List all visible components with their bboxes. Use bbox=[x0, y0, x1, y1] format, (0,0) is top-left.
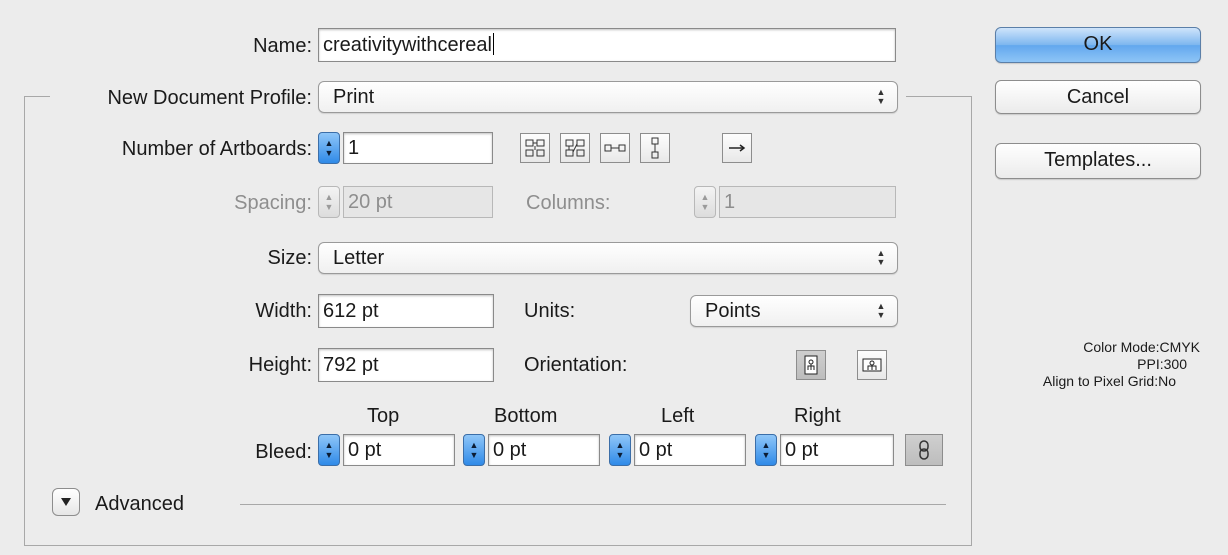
landscape-icon bbox=[862, 358, 882, 372]
landscape-orientation-button[interactable] bbox=[857, 350, 887, 380]
updown-arrows-icon: ▲ ▼ bbox=[876, 87, 886, 106]
ppi-info: PPI:300 bbox=[1137, 356, 1187, 372]
portrait-orientation-button[interactable] bbox=[796, 350, 826, 380]
updown-arrows-icon: ▲ ▼ bbox=[876, 301, 886, 320]
updown-arrows-icon: ▲ ▼ bbox=[876, 248, 886, 267]
size-select[interactable]: Letter ▲ ▼ bbox=[318, 242, 898, 274]
bleed-right-stepper[interactable]: ▲ ▼ bbox=[755, 434, 777, 466]
bleed-bottom-stepper[interactable]: ▲ ▼ bbox=[463, 434, 485, 466]
units-select-value: Points bbox=[705, 300, 761, 322]
group-box-bottom bbox=[24, 545, 972, 546]
artboards-input[interactable]: 1 bbox=[343, 132, 493, 164]
size-select-value: Letter bbox=[333, 247, 385, 269]
bleed-left-stepper[interactable]: ▲ ▼ bbox=[609, 434, 631, 466]
advanced-separator bbox=[240, 504, 946, 505]
width-input[interactable]: 612 pt bbox=[318, 294, 494, 328]
bleed-label: Bleed: bbox=[255, 441, 312, 463]
bleed-right-header: Right bbox=[794, 405, 841, 427]
group-box-right bbox=[971, 96, 972, 546]
group-box-left bbox=[24, 96, 25, 546]
name-input-value: creativitywithcereal bbox=[323, 34, 492, 56]
bleed-bottom-input[interactable]: 0 pt bbox=[488, 434, 600, 466]
grid-by-row-icon[interactable] bbox=[520, 133, 550, 163]
name-input[interactable]: creativitywithcereal bbox=[318, 28, 896, 62]
artboards-stepper[interactable]: ▲ ▼ bbox=[318, 132, 340, 164]
link-bleed-button[interactable] bbox=[905, 434, 943, 466]
right-to-left-layout-icon[interactable] bbox=[722, 133, 752, 163]
spacing-label: Spacing: bbox=[234, 192, 312, 214]
align-pixel-grid-info: Align to Pixel Grid:No bbox=[1042, 373, 1176, 389]
size-label: Size: bbox=[267, 247, 312, 269]
profile-label: New Document Profile: bbox=[107, 87, 312, 109]
width-label: Width: bbox=[255, 300, 312, 322]
advanced-label: Advanced bbox=[95, 493, 184, 515]
height-input[interactable]: 792 pt bbox=[318, 348, 494, 382]
units-select[interactable]: Points ▲ ▼ bbox=[690, 295, 898, 327]
arrange-by-column-icon[interactable] bbox=[640, 133, 670, 163]
ok-button[interactable]: OK bbox=[995, 27, 1201, 63]
arrange-by-row-icon[interactable] bbox=[600, 133, 630, 163]
triangle-down-icon bbox=[61, 498, 71, 506]
chain-link-icon bbox=[919, 440, 929, 460]
spacing-input: 20 pt bbox=[343, 186, 493, 218]
advanced-disclosure-button[interactable] bbox=[52, 488, 80, 516]
bleed-top-input[interactable]: 0 pt bbox=[343, 434, 455, 466]
orientation-label: Orientation: bbox=[524, 354, 628, 376]
columns-input: 1 bbox=[719, 186, 896, 218]
columns-stepper: ▲ ▼ bbox=[694, 186, 716, 218]
units-label: Units: bbox=[524, 300, 576, 322]
bleed-left-input[interactable]: 0 pt bbox=[634, 434, 746, 466]
spacing-stepper: ▲ ▼ bbox=[318, 186, 340, 218]
bleed-left-header: Left bbox=[661, 405, 695, 427]
color-mode-info: Color Mode:CMYK bbox=[1083, 339, 1200, 355]
bleed-top-header: Top bbox=[367, 405, 400, 427]
name-label: Name: bbox=[253, 35, 312, 57]
profile-select[interactable]: Print ▲ ▼ bbox=[318, 81, 898, 113]
bleed-right-input[interactable]: 0 pt bbox=[780, 434, 894, 466]
group-box-top-right bbox=[906, 96, 972, 97]
bleed-bottom-header: Bottom bbox=[494, 405, 558, 427]
artboards-label: Number of Artboards: bbox=[121, 138, 312, 160]
bleed-top-stepper[interactable]: ▲ ▼ bbox=[318, 434, 340, 466]
grid-by-column-icon[interactable] bbox=[560, 133, 590, 163]
columns-label: Columns: bbox=[526, 192, 611, 214]
cancel-button[interactable]: Cancel bbox=[995, 80, 1201, 114]
height-label: Height: bbox=[248, 354, 312, 376]
group-box-top-left bbox=[24, 96, 50, 97]
profile-select-value: Print bbox=[333, 86, 375, 108]
portrait-icon bbox=[804, 355, 818, 375]
templates-button[interactable]: Templates... bbox=[995, 143, 1201, 179]
